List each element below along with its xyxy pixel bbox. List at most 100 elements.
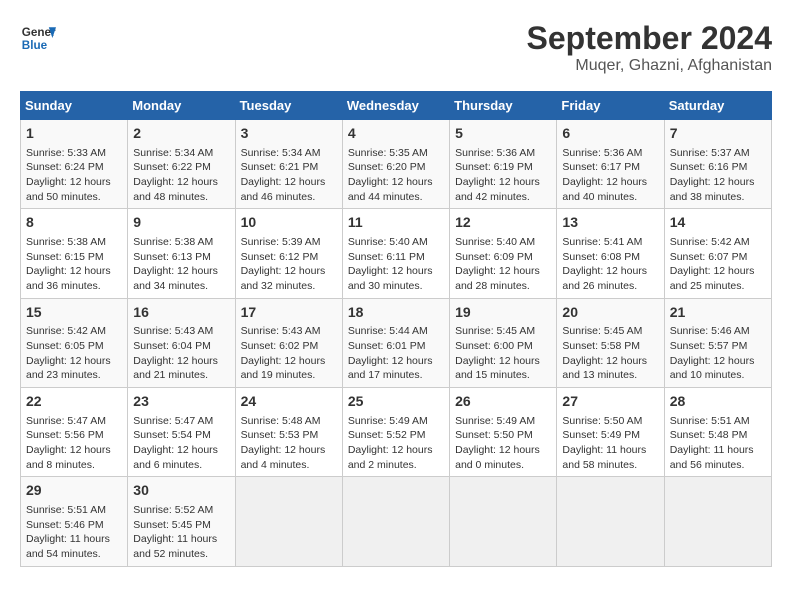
day-number: 10 — [241, 213, 337, 233]
day-number: 6 — [562, 124, 658, 144]
cell-line: Sunrise: 5:37 AM — [670, 146, 766, 161]
day-number: 26 — [455, 392, 551, 412]
cell-line: and 50 minutes. — [26, 190, 122, 205]
cell-line: and 42 minutes. — [455, 190, 551, 205]
cell-line: and 36 minutes. — [26, 279, 122, 294]
day-number: 12 — [455, 213, 551, 233]
day-cell: 17Sunrise: 5:43 AMSunset: 6:02 PMDayligh… — [235, 298, 342, 387]
cell-line: and 52 minutes. — [133, 547, 229, 562]
day-cell: 19Sunrise: 5:45 AMSunset: 6:00 PMDayligh… — [450, 298, 557, 387]
day-cell: 22Sunrise: 5:47 AMSunset: 5:56 PMDayligh… — [21, 388, 128, 477]
week-row-3: 15Sunrise: 5:42 AMSunset: 6:05 PMDayligh… — [21, 298, 772, 387]
cell-line: Sunset: 5:45 PM — [133, 518, 229, 533]
logo-icon: General Blue — [20, 20, 56, 56]
cell-line: and 32 minutes. — [241, 279, 337, 294]
cell-line: Sunrise: 5:38 AM — [26, 235, 122, 250]
cell-line: Sunrise: 5:49 AM — [455, 414, 551, 429]
day-cell — [450, 477, 557, 566]
col-header-tuesday: Tuesday — [235, 92, 342, 120]
day-cell: 11Sunrise: 5:40 AMSunset: 6:11 PMDayligh… — [342, 209, 449, 298]
day-number: 1 — [26, 124, 122, 144]
day-number: 25 — [348, 392, 444, 412]
day-number: 9 — [133, 213, 229, 233]
day-cell: 25Sunrise: 5:49 AMSunset: 5:52 PMDayligh… — [342, 388, 449, 477]
cell-line: and 8 minutes. — [26, 458, 122, 473]
day-number: 24 — [241, 392, 337, 412]
cell-line: Daylight: 12 hours — [348, 264, 444, 279]
cell-line: Daylight: 11 hours — [133, 532, 229, 547]
cell-line: Sunset: 5:58 PM — [562, 339, 658, 354]
day-number: 19 — [455, 303, 551, 323]
cell-line: Daylight: 12 hours — [26, 354, 122, 369]
day-cell: 7Sunrise: 5:37 AMSunset: 6:16 PMDaylight… — [664, 120, 771, 209]
cell-line: Daylight: 12 hours — [241, 175, 337, 190]
day-number: 8 — [26, 213, 122, 233]
day-cell: 20Sunrise: 5:45 AMSunset: 5:58 PMDayligh… — [557, 298, 664, 387]
cell-line: and 30 minutes. — [348, 279, 444, 294]
day-cell: 21Sunrise: 5:46 AMSunset: 5:57 PMDayligh… — [664, 298, 771, 387]
cell-line: Sunset: 5:54 PM — [133, 428, 229, 443]
cell-line: Sunrise: 5:45 AM — [455, 324, 551, 339]
day-cell: 26Sunrise: 5:49 AMSunset: 5:50 PMDayligh… — [450, 388, 557, 477]
day-number: 2 — [133, 124, 229, 144]
cell-line: Sunset: 5:56 PM — [26, 428, 122, 443]
day-cell — [664, 477, 771, 566]
cell-line: and 21 minutes. — [133, 368, 229, 383]
day-cell: 9Sunrise: 5:38 AMSunset: 6:13 PMDaylight… — [128, 209, 235, 298]
cell-line: Sunrise: 5:49 AM — [348, 414, 444, 429]
cell-line: and 15 minutes. — [455, 368, 551, 383]
day-cell: 5Sunrise: 5:36 AMSunset: 6:19 PMDaylight… — [450, 120, 557, 209]
day-cell: 13Sunrise: 5:41 AMSunset: 6:08 PMDayligh… — [557, 209, 664, 298]
cell-line: Sunrise: 5:46 AM — [670, 324, 766, 339]
day-cell: 29Sunrise: 5:51 AMSunset: 5:46 PMDayligh… — [21, 477, 128, 566]
calendar-table: SundayMondayTuesdayWednesdayThursdayFrid… — [20, 91, 772, 567]
page-subtitle: Muqer, Ghazni, Afghanistan — [527, 57, 772, 75]
cell-line: Daylight: 12 hours — [348, 354, 444, 369]
cell-line: Sunrise: 5:51 AM — [26, 503, 122, 518]
day-number: 28 — [670, 392, 766, 412]
cell-line: Sunset: 5:57 PM — [670, 339, 766, 354]
day-number: 3 — [241, 124, 337, 144]
day-cell: 28Sunrise: 5:51 AMSunset: 5:48 PMDayligh… — [664, 388, 771, 477]
cell-line: and 17 minutes. — [348, 368, 444, 383]
cell-line: Daylight: 11 hours — [26, 532, 122, 547]
cell-line: and 4 minutes. — [241, 458, 337, 473]
day-cell — [342, 477, 449, 566]
col-header-monday: Monday — [128, 92, 235, 120]
svg-text:Blue: Blue — [22, 39, 48, 52]
cell-line: and 26 minutes. — [562, 279, 658, 294]
day-number: 11 — [348, 213, 444, 233]
cell-line: Sunset: 6:05 PM — [26, 339, 122, 354]
day-cell: 6Sunrise: 5:36 AMSunset: 6:17 PMDaylight… — [557, 120, 664, 209]
col-header-wednesday: Wednesday — [342, 92, 449, 120]
cell-line: Daylight: 12 hours — [241, 354, 337, 369]
cell-line: Sunrise: 5:47 AM — [26, 414, 122, 429]
day-number: 13 — [562, 213, 658, 233]
cell-line: Sunset: 5:46 PM — [26, 518, 122, 533]
cell-line: Sunset: 6:13 PM — [133, 250, 229, 265]
week-row-1: 1Sunrise: 5:33 AMSunset: 6:24 PMDaylight… — [21, 120, 772, 209]
logo: General Blue — [20, 20, 56, 56]
cell-line: Daylight: 12 hours — [670, 354, 766, 369]
cell-line: Sunrise: 5:48 AM — [241, 414, 337, 429]
cell-line: Sunrise: 5:34 AM — [241, 146, 337, 161]
cell-line: Daylight: 12 hours — [670, 175, 766, 190]
cell-line: and 28 minutes. — [455, 279, 551, 294]
day-number: 21 — [670, 303, 766, 323]
cell-line: Daylight: 12 hours — [562, 354, 658, 369]
day-cell: 16Sunrise: 5:43 AMSunset: 6:04 PMDayligh… — [128, 298, 235, 387]
day-number: 15 — [26, 303, 122, 323]
cell-line: Sunrise: 5:42 AM — [26, 324, 122, 339]
cell-line: Sunrise: 5:38 AM — [133, 235, 229, 250]
cell-line: Daylight: 12 hours — [455, 175, 551, 190]
cell-line: Sunrise: 5:36 AM — [562, 146, 658, 161]
cell-line: Daylight: 12 hours — [348, 443, 444, 458]
day-number: 4 — [348, 124, 444, 144]
cell-line: Sunrise: 5:34 AM — [133, 146, 229, 161]
cell-line: and 56 minutes. — [670, 458, 766, 473]
cell-line: and 19 minutes. — [241, 368, 337, 383]
cell-line: and 38 minutes. — [670, 190, 766, 205]
cell-line: Sunset: 6:00 PM — [455, 339, 551, 354]
day-cell: 15Sunrise: 5:42 AMSunset: 6:05 PMDayligh… — [21, 298, 128, 387]
cell-line: Sunrise: 5:40 AM — [455, 235, 551, 250]
